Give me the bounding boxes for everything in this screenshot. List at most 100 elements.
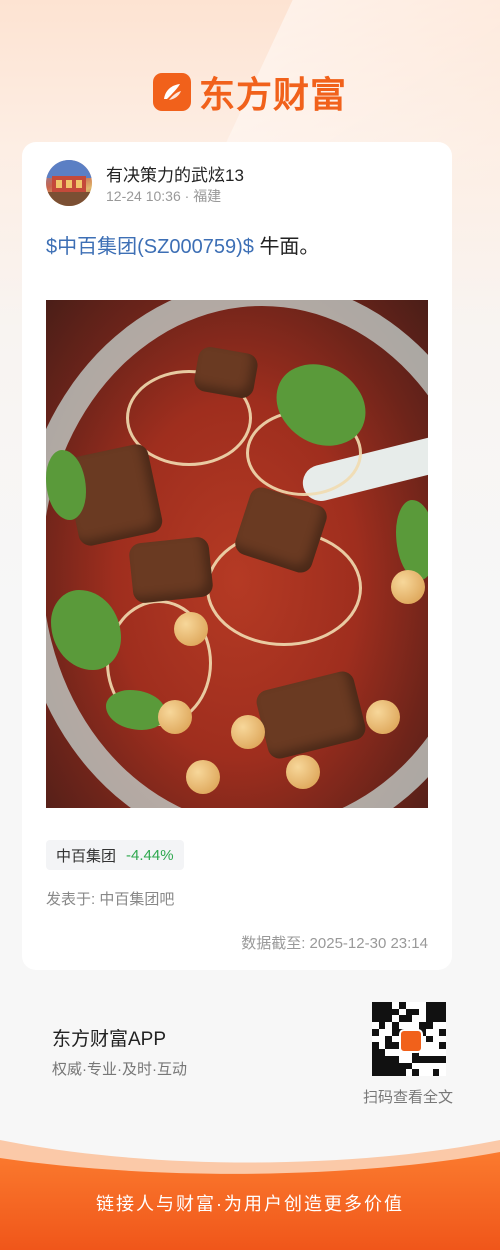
stock-link[interactable]: $中百集团(SZ000759)$ [46, 236, 254, 258]
qr-module [378, 1035, 386, 1043]
qr-module [439, 1022, 446, 1029]
qr-module [419, 1008, 426, 1016]
app-name: 东方财富APP [52, 1029, 167, 1050]
qr-module [425, 1062, 433, 1070]
qr-module [432, 1055, 440, 1063]
posted-in[interactable]: 发表于: 中百集团吧 [46, 888, 174, 909]
footer-slogan: 链接人与财富·为用户创造更多价值 [96, 1194, 404, 1214]
qr-module [425, 1008, 433, 1016]
qr-caption: 扫码查看全文 [363, 1089, 454, 1106]
qr-module [419, 1062, 426, 1070]
avatar[interactable] [46, 160, 92, 206]
qr-module [432, 1062, 440, 1070]
qr-module [439, 1028, 446, 1036]
qr-module [439, 1002, 446, 1009]
qr-module [412, 1055, 420, 1063]
chickpea [286, 755, 320, 789]
chickpea [391, 570, 425, 604]
data-cutoff: 数据截至: 2025-12-30 23:14 [241, 935, 428, 952]
qr-module [372, 1042, 379, 1050]
qr-module [439, 1008, 446, 1016]
qr-module [425, 1055, 433, 1063]
qr-module [378, 1028, 386, 1036]
qr-module [392, 1069, 399, 1076]
qr-module [392, 1028, 399, 1036]
qr-module [378, 1008, 386, 1016]
qr-module [378, 1069, 386, 1076]
qr-module [392, 1042, 399, 1050]
chickpea [186, 760, 220, 794]
qr-module [439, 1069, 446, 1076]
qr-module [405, 1015, 413, 1023]
qr-module [378, 1022, 386, 1029]
qr-module [398, 1062, 406, 1070]
qr-module [372, 1069, 379, 1076]
qr-module [392, 1022, 399, 1029]
qr-module [378, 1002, 386, 1009]
qr-module [425, 1069, 433, 1076]
qr-module [372, 1055, 379, 1063]
post-content: $中百集团(SZ000759)$ 牛面。 [46, 230, 319, 259]
brand-logo: 东方财富 [0, 66, 500, 118]
qr-module [425, 1022, 433, 1029]
qr-module [419, 1002, 426, 1009]
qr-module [432, 1049, 440, 1056]
qr-module [432, 1008, 440, 1016]
qr-module [385, 1055, 393, 1063]
qr-module [392, 1008, 399, 1016]
qr-module [439, 1049, 446, 1056]
stock-tag[interactable]: 中百集团 -4.44% [46, 840, 184, 870]
qr-module [439, 1035, 446, 1043]
qr-module [378, 1042, 386, 1050]
qr-module [425, 1028, 433, 1036]
qr-module [392, 1015, 399, 1023]
post-location: 福建 [193, 188, 222, 204]
beef-chunk [128, 535, 214, 605]
qr-module [385, 1042, 393, 1050]
qr-module [385, 1062, 393, 1070]
qr-module [412, 1062, 420, 1070]
author-name[interactable]: 有决策力的武炫13 [106, 161, 244, 186]
qr-module [425, 1015, 433, 1023]
qr-module [439, 1042, 446, 1050]
post-body-text: 牛面。 [259, 236, 320, 258]
qr-logo-icon [399, 1029, 423, 1053]
post-card: 有决策力的武炫13 12-24 10:36 · 福建 $中百集团(SZ00075… [22, 142, 452, 970]
qr-module [405, 1062, 413, 1070]
qr-module [398, 1015, 406, 1023]
qr-module [419, 1022, 426, 1029]
qr-module [398, 1002, 406, 1009]
qr-module [372, 1035, 379, 1043]
qr-module [392, 1062, 399, 1070]
post-photo[interactable] [46, 300, 428, 808]
qr-module [385, 1002, 393, 1009]
app-slogan: 权威·专业·及时·互动 [52, 1061, 187, 1078]
qr-module [425, 1002, 433, 1009]
brand-name: 东方财富 [198, 74, 347, 115]
qr-module [405, 1069, 413, 1076]
qr-module [419, 1015, 426, 1023]
qr-module [398, 1008, 406, 1016]
qr-module [372, 1028, 379, 1036]
qr-module [372, 1015, 379, 1023]
qr-module [432, 1069, 440, 1076]
post-meta: 12-24 10:36 · 福建 [106, 186, 221, 206]
qr-module [392, 1055, 399, 1063]
chickpea [366, 700, 400, 734]
qr-module [372, 1008, 379, 1016]
qr-module [385, 1049, 393, 1056]
qr-module [412, 1069, 420, 1076]
qr-module [425, 1035, 433, 1043]
qr-module [412, 1015, 420, 1023]
chickpea [174, 612, 208, 646]
qr-module [372, 1002, 379, 1009]
qr-module [419, 1055, 426, 1063]
qr-module [372, 1022, 379, 1029]
qr-module [405, 1002, 413, 1009]
qr-module [392, 1049, 399, 1056]
qr-module [392, 1002, 399, 1009]
qr-module [372, 1062, 379, 1070]
qr-module [439, 1055, 446, 1063]
qr-module [432, 1002, 440, 1009]
qr-module [425, 1042, 433, 1050]
